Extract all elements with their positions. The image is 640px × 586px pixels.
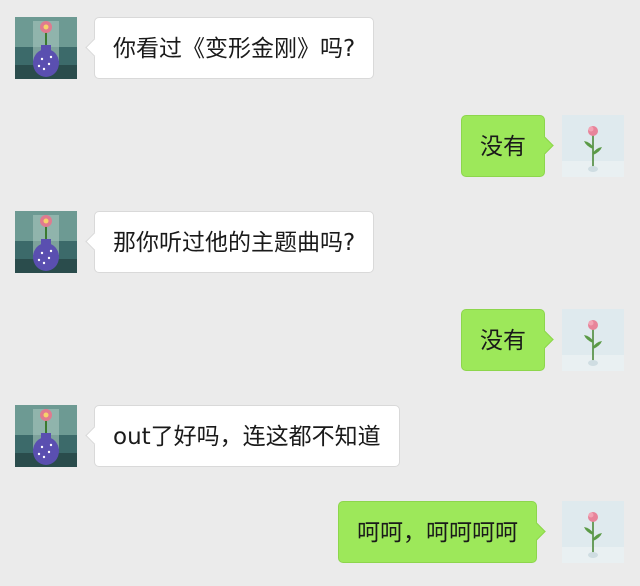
bubble-tail (527, 522, 546, 541)
contact-avatar[interactable] (15, 17, 77, 79)
incoming-message-bubble[interactable]: 那你听过他的主题曲吗? (85, 211, 375, 273)
outgoing-message-bubble[interactable]: 呵呵，呵呵呵呵 (338, 501, 546, 563)
bubble-tail (535, 136, 554, 155)
bubble-tail (85, 38, 104, 57)
contact-avatar[interactable] (15, 211, 77, 273)
outgoing-message-bubble[interactable]: 没有 (461, 115, 554, 177)
vase-flower-avatar-icon (15, 211, 77, 273)
single-rose-avatar-icon (562, 501, 624, 563)
message-text: out了好吗，连这都不知道 (113, 424, 381, 450)
self-avatar[interactable] (562, 309, 624, 371)
bubble-tail (535, 330, 554, 349)
message-row: 你看过《变形金刚》吗? (0, 17, 640, 81)
self-avatar[interactable] (562, 115, 624, 177)
single-rose-avatar-icon (562, 115, 624, 177)
outgoing-message-bubble[interactable]: 没有 (461, 309, 554, 371)
bubble-tail (85, 426, 104, 445)
single-rose-avatar-icon (562, 309, 624, 371)
message-text: 那你听过他的主题曲吗? (113, 230, 356, 256)
incoming-message-bubble[interactable]: 你看过《变形金刚》吗? (85, 17, 375, 79)
message-text: 你看过《变形金刚》吗? (113, 36, 356, 62)
incoming-message-bubble[interactable]: out了好吗，连这都不知道 (85, 405, 400, 467)
message-text: 没有 (480, 134, 526, 160)
message-row: 呵呵，呵呵呵呵 (0, 501, 640, 565)
message-row: out了好吗，连这都不知道 (0, 405, 640, 469)
vase-flower-avatar-icon (15, 17, 77, 79)
message-text: 呵呵，呵呵呵呵 (357, 520, 518, 546)
message-row: 没有 (0, 309, 640, 373)
contact-avatar[interactable] (15, 405, 77, 467)
message-text: 没有 (480, 328, 526, 354)
vase-flower-avatar-icon (15, 405, 77, 467)
message-row: 没有 (0, 115, 640, 179)
message-row: 那你听过他的主题曲吗? (0, 211, 640, 275)
bubble-tail (85, 232, 104, 251)
self-avatar[interactable] (562, 501, 624, 563)
